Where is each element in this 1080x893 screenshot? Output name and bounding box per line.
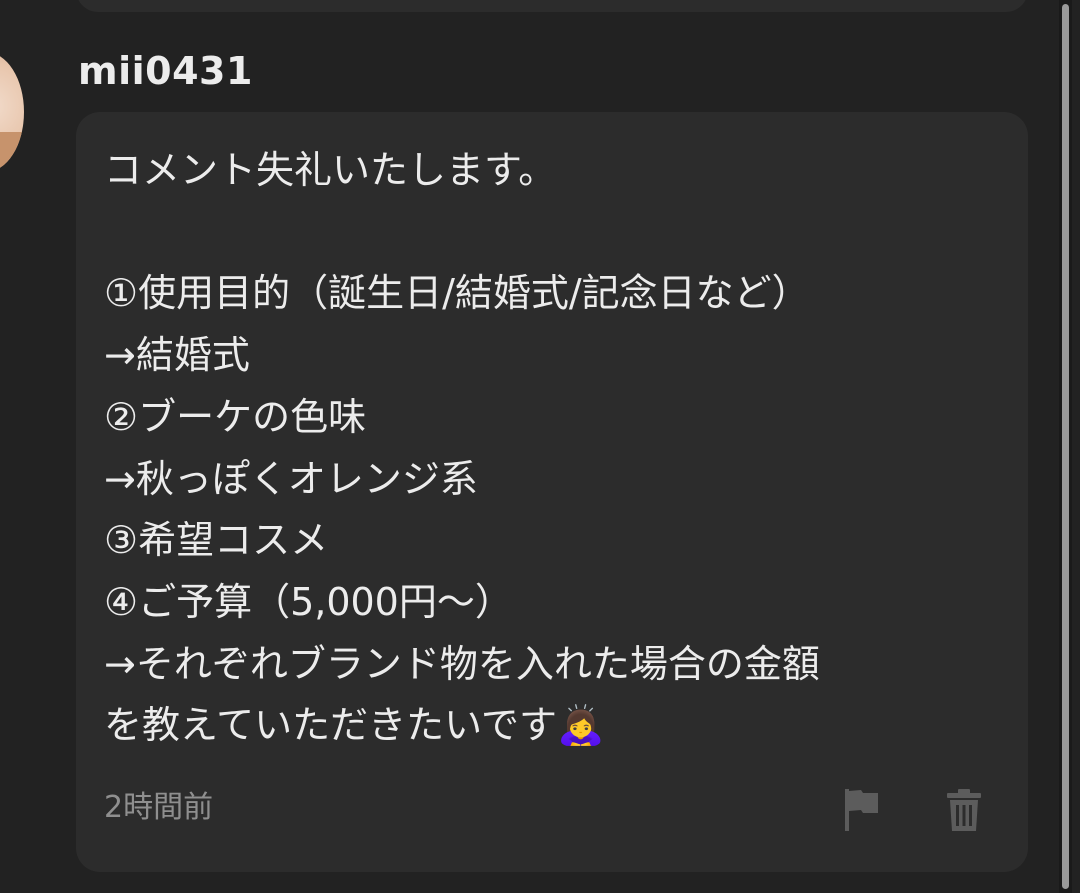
comment-timestamp: 2時間前 [104,790,214,825]
comment-body: コメント失礼いたします。 ①使用目的（誕生日/結婚式/記念日など） →結婚式 ②… [104,148,820,748]
report-button[interactable] [840,786,884,834]
user-avatar[interactable] [0,52,24,172]
scrollbar[interactable] [1059,0,1072,893]
scrollbar-thumb[interactable] [1062,4,1069,889]
comment-card: コメント失礼いたします。 ①使用目的（誕生日/結婚式/記念日など） →結婚式 ②… [76,112,1028,872]
flag-icon [845,789,878,831]
trash-icon [947,789,981,831]
previous-comment-card [76,0,1028,12]
comment-username[interactable]: mii0431 [78,46,253,96]
comment-thread: mii0431 コメント失礼いたします。 ①使用目的（誕生日/結婚式/記念日など… [0,0,1080,893]
avatar-shoulder [0,132,24,172]
delete-button[interactable] [942,786,986,834]
